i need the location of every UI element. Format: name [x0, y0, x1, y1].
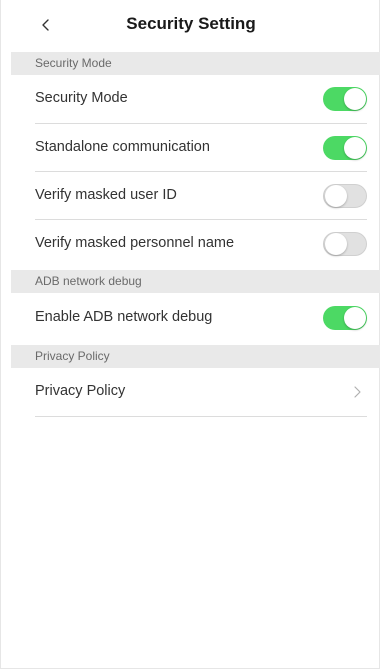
row-label: Enable ADB network debug [35, 309, 213, 325]
section-header-security-mode: Security Mode [11, 52, 380, 75]
header-bar: Security Setting [1, 0, 380, 52]
app-frame: Security Setting Security Mode Security … [0, 0, 380, 669]
row-label: Security Mode [35, 90, 128, 106]
toggle-knob [344, 137, 366, 159]
toggle-knob [344, 307, 366, 329]
row-label: Verify masked personnel name [35, 235, 235, 251]
chevron-left-icon [42, 19, 49, 31]
standalone-communication-toggle[interactable] [323, 136, 367, 160]
verify-masked-personnel-name-toggle[interactable] [323, 232, 367, 256]
row-label: Privacy Policy [35, 383, 126, 399]
chevron-right-icon [354, 386, 361, 398]
section-header-adb: ADB network debug [11, 270, 380, 293]
row-label: Verify masked user ID [35, 187, 177, 203]
row-enable-adb-network-debug[interactable]: Enable ADB network debug [11, 294, 380, 342]
security-mode-toggle[interactable] [323, 87, 367, 111]
verify-masked-user-id-toggle[interactable] [323, 184, 367, 208]
enable-adb-network-debug-toggle[interactable] [323, 306, 367, 330]
row-security-mode[interactable]: Security Mode [11, 75, 380, 123]
row-verify-masked-user-id[interactable]: Verify masked user ID [11, 172, 380, 220]
toggle-knob [325, 185, 347, 207]
divider [35, 416, 367, 417]
section-header-privacy: Privacy Policy [11, 345, 380, 368]
toggle-knob [325, 233, 347, 255]
back-button[interactable] [31, 10, 61, 40]
row-verify-masked-personnel-name[interactable]: Verify masked personnel name [11, 220, 380, 268]
row-privacy-policy[interactable]: Privacy Policy [11, 368, 380, 416]
row-standalone-communication[interactable]: Standalone communication [11, 124, 380, 172]
toggle-knob [344, 88, 366, 110]
row-label: Standalone communication [35, 139, 210, 155]
